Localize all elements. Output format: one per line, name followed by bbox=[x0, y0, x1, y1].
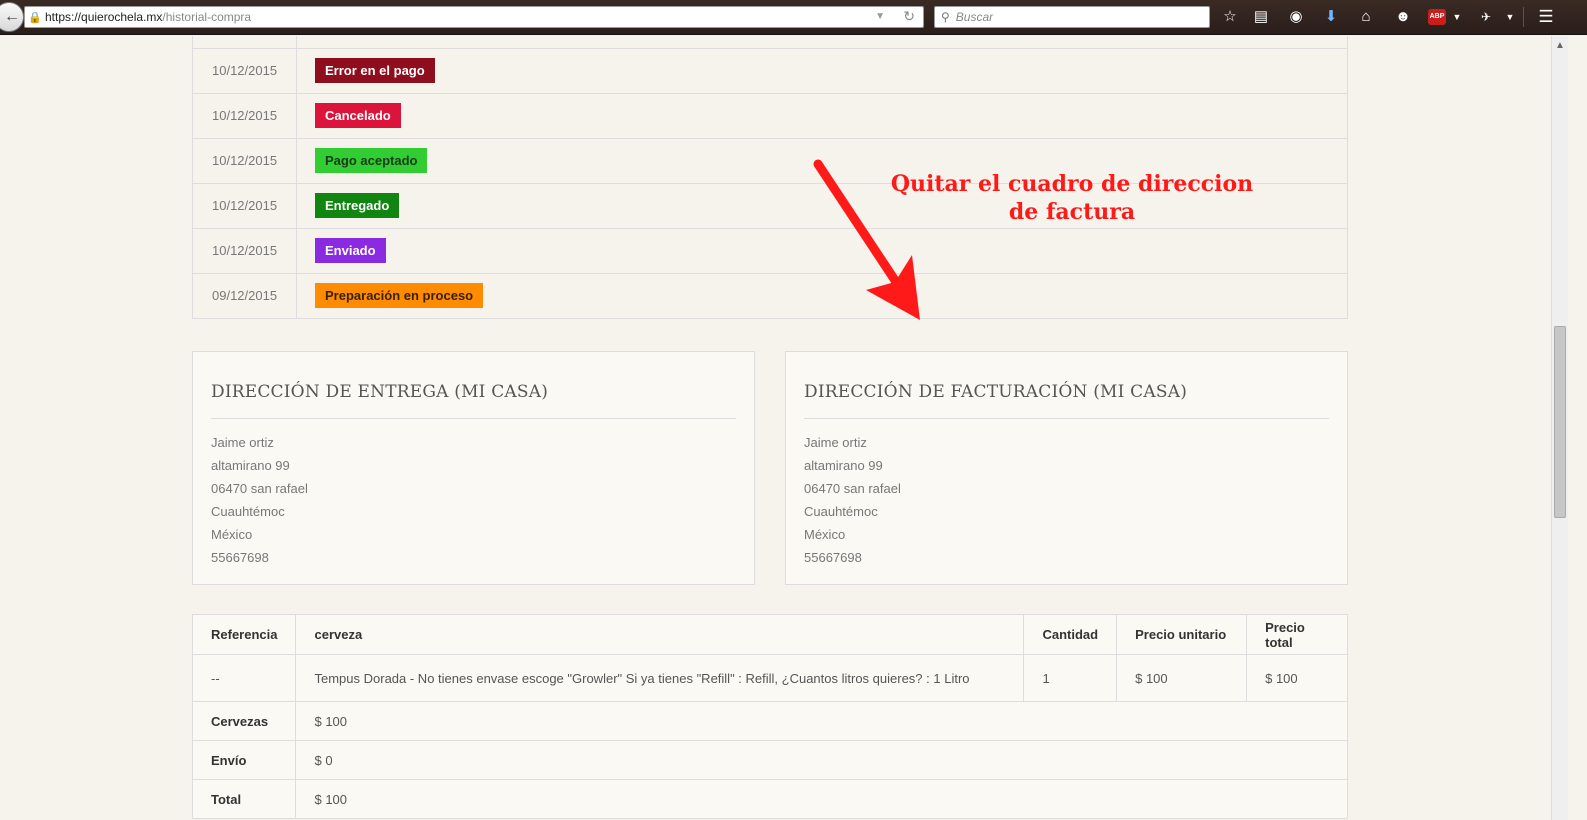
status-badge: Pago aceptado bbox=[315, 148, 428, 173]
billing-address-title: DIRECCIÓN DE FACTURACIÓN (MI CASA) bbox=[804, 382, 1329, 419]
reading-list-icon[interactable]: ▤ bbox=[1251, 7, 1271, 27]
download-icon[interactable]: ⬇ bbox=[1321, 7, 1341, 27]
back-arrow-icon[interactable]: ← bbox=[0, 2, 24, 32]
summary-value: $ 100 bbox=[295, 779, 1348, 819]
summary-label: Cervezas bbox=[191, 701, 297, 741]
annotation-text: Quitar el cuadro de direccion de factura bbox=[862, 170, 1282, 226]
table-row: -- Tempus Dorada - No tienes envase esco… bbox=[191, 654, 1348, 702]
column-header-total-price: Precio total bbox=[1246, 614, 1348, 655]
status-badge: Error en el pago bbox=[315, 58, 435, 83]
cell-reference: -- bbox=[191, 654, 297, 702]
summary-label: Envío bbox=[191, 740, 297, 780]
address-line: México bbox=[804, 527, 846, 542]
extension-icon[interactable]: ✈ bbox=[1476, 7, 1496, 27]
table-row: 10/12/2015 Enviado bbox=[192, 227, 1348, 273]
menu-icon[interactable]: ☰ bbox=[1536, 7, 1556, 27]
status-date: 09/12/2015 bbox=[192, 272, 297, 318]
status-date: 10/12/2015 bbox=[192, 92, 297, 138]
status-date: 10/12/2015 bbox=[192, 227, 297, 273]
order-detail-table: Referencia cerveza Cantidad Precio unita… bbox=[191, 614, 1348, 819]
table-header-row: Referencia cerveza Cantidad Precio unita… bbox=[191, 614, 1348, 655]
address-line: Cuauhtémoc bbox=[211, 504, 285, 519]
status-date: 10/12/2015 bbox=[192, 137, 297, 183]
address-line: 06470 san rafael bbox=[211, 481, 308, 496]
scroll-up-arrow-icon[interactable]: ▲ bbox=[1555, 40, 1565, 51]
status-date: 10/12/2015 bbox=[192, 182, 297, 228]
column-header-unit-price: Precio unitario bbox=[1116, 614, 1248, 655]
address-line: 55667698 bbox=[804, 550, 862, 565]
table-row: 09/12/2015 Preparación en proceso bbox=[192, 272, 1348, 318]
cell-product: Tempus Dorada - No tienes envase escoge … bbox=[295, 654, 1025, 702]
chat-icon[interactable]: ☻ bbox=[1393, 7, 1413, 27]
billing-address-lines: Jaime ortiz altamirano 99 06470 san rafa… bbox=[804, 434, 1329, 572]
url-path: /historial-compra bbox=[162, 10, 252, 24]
delivery-address-title: DIRECCIÓN DE ENTREGA (MI CASA) bbox=[211, 382, 736, 419]
column-header-quantity: Cantidad bbox=[1023, 614, 1118, 655]
scroll-thumb[interactable] bbox=[1554, 326, 1566, 518]
summary-value: $ 0 bbox=[295, 740, 1348, 780]
delivery-address-lines: Jaime ortiz altamirano 99 06470 san rafa… bbox=[211, 434, 736, 572]
address-line: Jaime ortiz bbox=[211, 435, 274, 450]
summary-row: Cervezas $ 100 bbox=[191, 701, 1348, 741]
status-date: 10/12/2015 bbox=[192, 47, 297, 93]
extension-dropdown-icon[interactable]: ▼ bbox=[1500, 7, 1520, 27]
column-header-product: cerveza bbox=[295, 614, 1025, 655]
column-header-reference: Referencia bbox=[191, 614, 297, 655]
address-line: altamirano 99 bbox=[211, 458, 290, 473]
delivery-address-box: DIRECCIÓN DE ENTREGA (MI CASA) Jaime ort… bbox=[192, 351, 755, 585]
address-line: Jaime ortiz bbox=[804, 435, 867, 450]
url-bar[interactable]: 🔒 https://quierochela.mx/historial-compr… bbox=[24, 6, 924, 28]
browser-toolbar: ← 🔒 https://quierochela.mx/historial-com… bbox=[0, 0, 1587, 35]
status-badge: Cancelado bbox=[315, 103, 401, 128]
home-icon[interactable]: ⌂ bbox=[1356, 7, 1376, 27]
pocket-icon[interactable]: ◉ bbox=[1286, 7, 1306, 27]
table-row bbox=[192, 36, 1348, 48]
summary-value: $ 100 bbox=[295, 701, 1348, 741]
url-domain: https://quierochela.mx bbox=[45, 10, 163, 24]
cell-unit-price: $ 100 bbox=[1116, 654, 1248, 702]
annotation-line-1: Quitar el cuadro de direccion bbox=[890, 171, 1254, 197]
cell-total-price: $ 100 bbox=[1246, 654, 1348, 702]
page-scrollbar[interactable]: ▲ bbox=[1551, 36, 1568, 820]
search-input[interactable]: ⚲ Buscar bbox=[934, 6, 1210, 28]
status-badge: Preparación en proceso bbox=[315, 283, 484, 308]
billing-address-box: DIRECCIÓN DE FACTURACIÓN (MI CASA) Jaime… bbox=[785, 351, 1348, 585]
lock-icon: 🔒 bbox=[28, 11, 42, 24]
table-row: 10/12/2015 Error en el pago bbox=[192, 47, 1348, 93]
status-badge: Enviado bbox=[315, 238, 386, 263]
address-line: Cuauhtémoc bbox=[804, 504, 878, 519]
bookmark-star-icon[interactable]: ☆ bbox=[1220, 7, 1240, 27]
annotation-line-2: de factura bbox=[1008, 199, 1136, 225]
url-dropdown-icon[interactable]: ▼ bbox=[875, 11, 885, 22]
toolbar-separator bbox=[1523, 7, 1524, 27]
address-line: 55667698 bbox=[211, 550, 269, 565]
search-icon: ⚲ bbox=[941, 10, 950, 24]
status-badge: Entregado bbox=[315, 193, 400, 218]
address-line: 06470 san rafael bbox=[804, 481, 901, 496]
table-row: 10/12/2015 Cancelado bbox=[192, 92, 1348, 138]
summary-row: Total $ 100 bbox=[191, 779, 1348, 819]
summary-row: Envío $ 0 bbox=[191, 740, 1348, 780]
reload-icon[interactable]: ↻ bbox=[903, 8, 915, 25]
page-edge bbox=[1568, 36, 1587, 820]
abp-dropdown-icon[interactable]: ▼ bbox=[1447, 7, 1467, 27]
summary-label: Total bbox=[191, 779, 297, 819]
search-placeholder: Buscar bbox=[955, 10, 994, 24]
cell-quantity: 1 bbox=[1023, 654, 1118, 702]
url-text: https://quierochela.mx/historial-compra bbox=[45, 10, 251, 24]
adblock-icon[interactable]: ABP bbox=[1428, 9, 1446, 25]
address-line: altamirano 99 bbox=[804, 458, 883, 473]
address-line: México bbox=[211, 527, 253, 542]
